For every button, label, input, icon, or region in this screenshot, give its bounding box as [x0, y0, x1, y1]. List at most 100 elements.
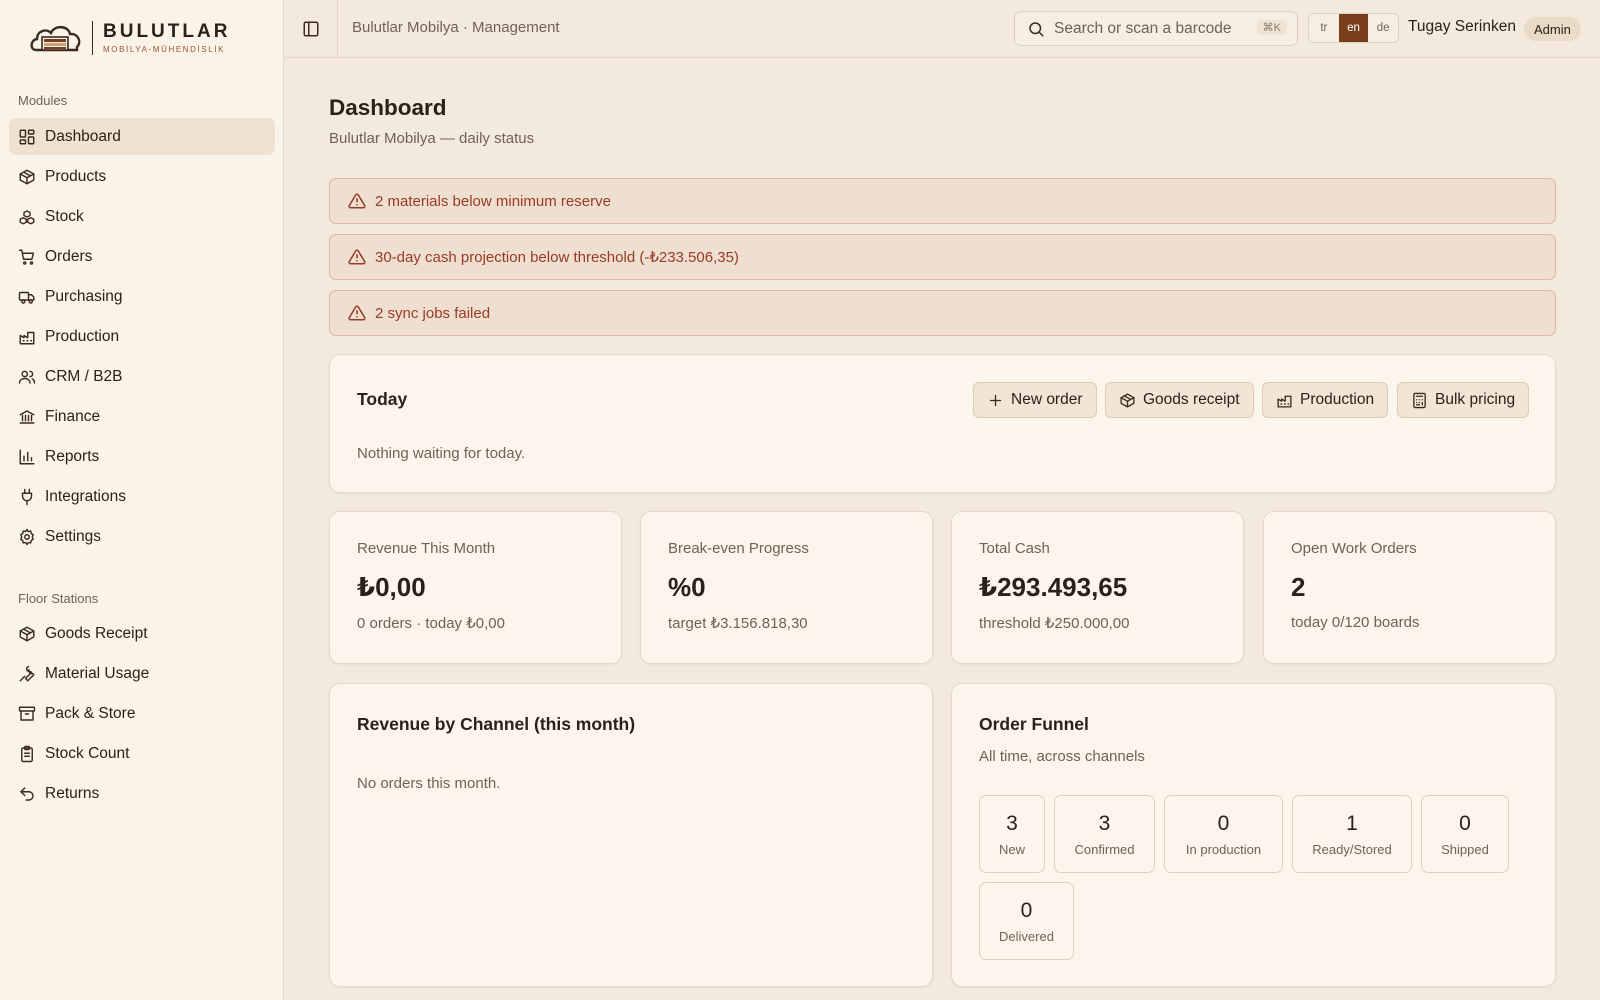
breadcrumb[interactable]: Bulutlar Mobilya · Management: [352, 19, 560, 36]
wrench-icon: [18, 665, 36, 683]
sidebar-item-finance[interactable]: Finance: [9, 398, 275, 435]
funnel-stage-count: 0: [1020, 898, 1033, 922]
bar-chart-icon: [18, 448, 36, 466]
button-label: New order: [1011, 391, 1083, 408]
channel-revenue-empty-text: No orders this month.: [357, 775, 501, 792]
truck-icon: [18, 288, 36, 306]
stat-card: Revenue This Month ₺0,00 0 orders · today …: [329, 511, 622, 664]
sidebar-toggle-button[interactable]: [284, 0, 338, 57]
alert-triangle-icon: [348, 249, 366, 265]
sidebar-item-reports[interactable]: Reports: [9, 438, 275, 475]
plus-icon: [989, 394, 1002, 406]
language-option-en[interactable]: en: [1338, 14, 1369, 42]
funnel-stage-confirmed[interactable]: 3 Confirmed: [1054, 795, 1155, 873]
channel-revenue-title: Revenue by Channel (this month): [357, 714, 636, 734]
search-placeholder: Search or scan a barcode: [1054, 19, 1232, 37]
production-button[interactable]: Production: [1262, 382, 1389, 418]
stat-subtext: today 0/120 boards: [1291, 614, 1420, 631]
brand-name: BULUTLAR: [103, 21, 231, 42]
funnel-stage-delivered[interactable]: 0 Delivered: [979, 882, 1074, 960]
dashboard-icon: [19, 129, 35, 144]
stat-label: Break-even Progress: [668, 540, 809, 557]
sidebar-item-purchasing[interactable]: Purchasing: [9, 278, 275, 315]
funnel-stage-ready-stored[interactable]: 1 Ready/Stored: [1292, 795, 1412, 873]
brand-logo[interactable]: BULUTLAR MOBİLYA-MÜHENDİSLİK: [28, 20, 230, 56]
package-icon: [1120, 392, 1135, 408]
sidebar-item-material-usage[interactable]: Material Usage: [9, 655, 275, 692]
brand-tagline: MOBİLYA-MÜHENDİSLİK: [103, 45, 226, 54]
sidebar-item-products[interactable]: Products: [9, 158, 275, 195]
cloud-logo-icon: [30, 25, 81, 52]
sidebar: BULUTLAR MOBİLYA-MÜHENDİSLİK Modules Das…: [0, 0, 284, 1000]
sidebar-item-dashboard[interactable]: Dashboard: [9, 118, 275, 155]
funnel-stage-count: 0: [1459, 811, 1471, 835]
sidebar-item-label: Purchasing: [45, 287, 123, 305]
funnel-stage-shipped[interactable]: 0 Shipped: [1421, 795, 1509, 873]
sidebar-item-label: Returns: [45, 784, 100, 802]
factory-icon: [18, 328, 36, 346]
sidebar-item-orders[interactable]: Orders: [9, 238, 275, 275]
button-label: Production: [1300, 391, 1375, 408]
sidebar-item-stock-count[interactable]: Stock Count: [9, 735, 275, 772]
funnel-stage-label: In production: [1185, 841, 1262, 857]
goods-receipt-button[interactable]: Goods receipt: [1105, 382, 1254, 418]
new-order-button[interactable]: New order: [973, 382, 1097, 418]
user-name[interactable]: Tugay Serinken: [1408, 18, 1516, 36]
funnel-stage-in-production[interactable]: 0 In production: [1164, 795, 1283, 873]
alert-banner[interactable]: 2 sync jobs failed: [329, 290, 1556, 336]
dashboard-icon: [18, 128, 36, 146]
funnel-stage-label: Ready/Stored: [1312, 841, 1392, 857]
alert-banner[interactable]: 30-day cash projection below threshold (…: [329, 234, 1556, 280]
funnel-stage-new[interactable]: 3 New: [979, 795, 1045, 873]
alert-triangle-icon: [348, 192, 366, 210]
page-title: Dashboard: [329, 95, 447, 120]
topbar: Bulutlar Mobilya · Management Search or …: [284, 0, 1600, 58]
plus-icon: [987, 392, 1004, 409]
search-input[interactable]: Search or scan a barcode ⌘K: [1014, 11, 1298, 46]
sidebar-item-label: Pack & Store: [45, 704, 136, 722]
sidebar-item-production[interactable]: Production: [9, 318, 275, 355]
bulk-pricing-button[interactable]: Bulk pricing: [1397, 382, 1530, 418]
package-icon: [18, 168, 36, 186]
funnel-stage-count: 3: [1098, 811, 1111, 835]
funnel-stage-label: Shipped: [1441, 841, 1489, 857]
modules-heading: Modules: [18, 93, 68, 108]
clipboard-icon: [21, 745, 33, 762]
factory-icon: [1276, 392, 1293, 409]
factory-icon: [1277, 395, 1292, 408]
search-shortcut-badge: ⌘K: [1256, 20, 1287, 35]
search-icon: [1029, 21, 1044, 36]
funnel-stage-label: Delivered: [999, 928, 1054, 944]
alert-triangle-icon: [348, 193, 366, 209]
today-empty-text: Nothing waiting for today.: [357, 445, 526, 462]
stat-value: ₺0,00: [357, 572, 426, 602]
sidebar-item-label: CRM / B2B: [45, 367, 123, 385]
boxes-icon: [18, 208, 36, 226]
sidebar-item-goods-receipt[interactable]: Goods Receipt: [9, 615, 275, 652]
stat-card: Open Work Orders 2 today 0/120 boards: [1263, 511, 1556, 664]
undo-icon: [18, 785, 36, 803]
sidebar-item-label: Stock: [45, 207, 84, 225]
sidebar-item-settings[interactable]: Settings: [9, 518, 275, 555]
sidebar-item-pack-store[interactable]: Pack & Store: [9, 695, 275, 732]
sidebar-item-label: Finance: [45, 407, 101, 425]
alert-banner[interactable]: 2 materials below minimum reserve: [329, 178, 1556, 224]
sidebar-item-label: Reports: [45, 447, 100, 465]
alert-text: 30-day cash projection below threshold (…: [375, 249, 739, 266]
sidebar-item-label: Orders: [45, 247, 93, 265]
language-option-tr[interactable]: tr: [1309, 14, 1339, 42]
sidebar-item-label: Production: [45, 327, 120, 345]
stat-card: Break-even Progress %0 target ₺3.156.818,3…: [640, 511, 933, 664]
order-funnel-title: Order Funnel: [979, 714, 1089, 734]
bank-icon: [18, 408, 36, 426]
today-card: Today New order Goods receipt Production Bu…: [329, 354, 1556, 493]
language-option-de[interactable]: de: [1368, 14, 1398, 42]
sidebar-item-integrations[interactable]: Integrations: [9, 478, 275, 515]
sidebar-item-stock[interactable]: Stock: [9, 198, 275, 235]
sidebar-item-returns[interactable]: Returns: [9, 775, 275, 812]
language-switcher: tr en de: [1308, 13, 1399, 43]
sidebar-item-crm-b2b[interactable]: CRM / B2B: [9, 358, 275, 395]
button-label: Bulk pricing: [1435, 391, 1516, 408]
package-icon: [18, 625, 36, 643]
cart-icon: [18, 248, 36, 266]
